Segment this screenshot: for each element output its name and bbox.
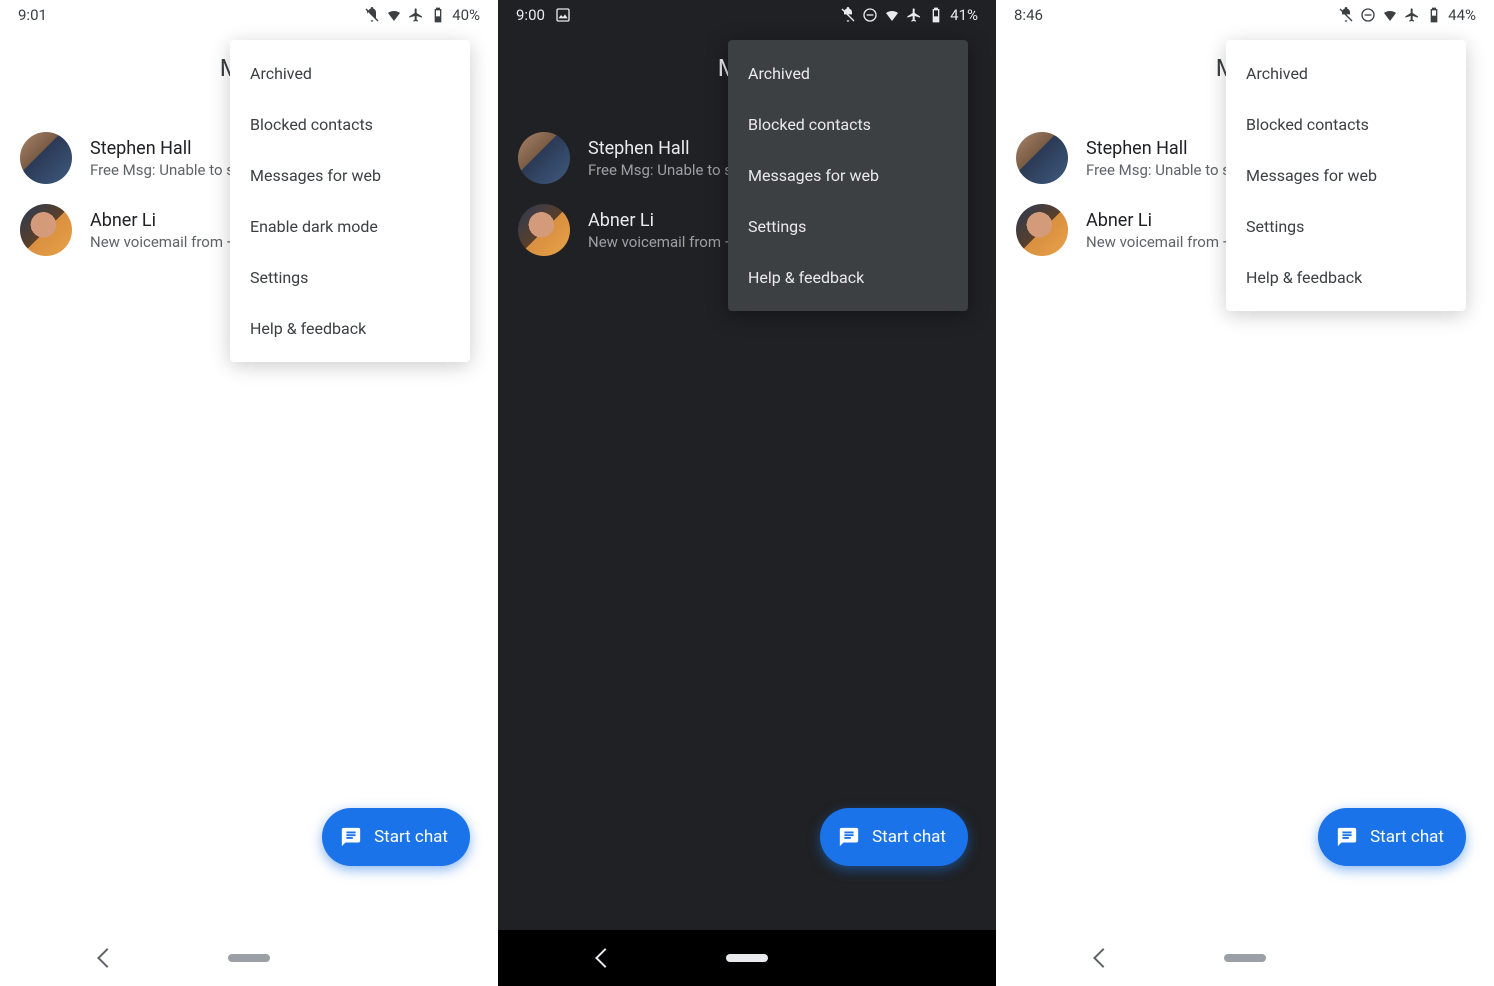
conversation-name: Stephen Hall: [588, 138, 740, 159]
home-pill[interactable]: [1224, 954, 1266, 962]
battery-icon: [1426, 7, 1442, 23]
dnd-icon: [862, 7, 878, 23]
menu-help-feedback[interactable]: Help & feedback: [728, 252, 968, 303]
conversation-text: Stephen Hall Free Msg: Unable to se: [1086, 138, 1238, 179]
screen-3: 8:46 44% Mess Stephen Hall Free Msg: Una…: [996, 0, 1494, 986]
conversation-text: Abner Li New voicemail from +1: [90, 210, 244, 251]
airplane-icon: [1404, 7, 1420, 23]
screen-1: 9:01 40% Mess Stephen Hall Free Msg: Una…: [0, 0, 498, 986]
menu-help-feedback[interactable]: Help & feedback: [230, 303, 470, 354]
nav-bar: [996, 930, 1494, 986]
airplane-icon: [408, 7, 424, 23]
start-chat-button[interactable]: Start chat: [322, 808, 470, 866]
image-icon: [555, 7, 571, 23]
status-time: 9:00: [516, 6, 545, 24]
nav-bar: [498, 930, 996, 986]
back-button[interactable]: [1093, 948, 1113, 968]
chat-icon: [838, 826, 860, 848]
start-chat-button[interactable]: Start chat: [820, 808, 968, 866]
menu-settings[interactable]: Settings: [728, 201, 968, 252]
bell-off-icon: [1338, 7, 1354, 23]
menu-enable-dark[interactable]: Enable dark mode: [230, 201, 470, 252]
status-battery: 44%: [1448, 6, 1476, 24]
menu-archived[interactable]: Archived: [728, 48, 968, 99]
avatar[interactable]: [518, 132, 570, 184]
wifi-icon: [1382, 7, 1398, 23]
conversation-name: Abner Li: [90, 210, 244, 231]
home-pill[interactable]: [726, 954, 768, 962]
airplane-icon: [906, 7, 922, 23]
chat-icon: [340, 826, 362, 848]
menu-help-feedback[interactable]: Help & feedback: [1226, 252, 1466, 303]
conversation-name: Stephen Hall: [1086, 138, 1238, 159]
bell-off-icon: [364, 7, 380, 23]
status-right: 41%: [840, 6, 978, 24]
menu-archived[interactable]: Archived: [1226, 48, 1466, 99]
overflow-menu: Archived Blocked contacts Messages for w…: [728, 40, 968, 311]
chat-icon: [1336, 826, 1358, 848]
fab-label: Start chat: [872, 827, 946, 847]
back-button[interactable]: [595, 948, 615, 968]
avatar[interactable]: [20, 204, 72, 256]
avatar[interactable]: [20, 132, 72, 184]
conversation-text: Stephen Hall Free Msg: Unable to se: [588, 138, 740, 179]
wifi-icon: [884, 7, 900, 23]
conversation-snippet: New voicemail from +1: [1086, 233, 1240, 251]
conversation-name: Abner Li: [1086, 210, 1240, 231]
menu-messages-web[interactable]: Messages for web: [1226, 150, 1466, 201]
conversation-name: Stephen Hall: [90, 138, 242, 159]
home-pill[interactable]: [228, 954, 270, 962]
back-button[interactable]: [97, 948, 117, 968]
conversation-text: Abner Li New voicemail from +1: [1086, 210, 1240, 251]
nav-bar: [0, 930, 498, 986]
overflow-menu: Archived Blocked contacts Messages for w…: [230, 40, 470, 362]
conversation-snippet: Free Msg: Unable to se: [1086, 161, 1238, 179]
wifi-icon: [386, 7, 402, 23]
menu-messages-web[interactable]: Messages for web: [728, 150, 968, 201]
menu-blocked[interactable]: Blocked contacts: [230, 99, 470, 150]
conversation-snippet: Free Msg: Unable to se: [588, 161, 740, 179]
conversation-text: Stephen Hall Free Msg: Unable to se: [90, 138, 242, 179]
fab-label: Start chat: [1370, 827, 1444, 847]
menu-messages-web[interactable]: Messages for web: [230, 150, 470, 201]
avatar[interactable]: [1016, 132, 1068, 184]
status-bar: 9:01 40%: [0, 0, 498, 30]
fab-label: Start chat: [374, 827, 448, 847]
dnd-icon: [1360, 7, 1376, 23]
status-time: 9:01: [18, 6, 47, 24]
status-time: 8:46: [1014, 6, 1043, 24]
conversation-snippet: Free Msg: Unable to se: [90, 161, 242, 179]
menu-settings[interactable]: Settings: [1226, 201, 1466, 252]
menu-blocked[interactable]: Blocked contacts: [1226, 99, 1466, 150]
conversation-text: Abner Li New voicemail from +1: [588, 210, 742, 251]
status-battery: 41%: [950, 6, 978, 24]
avatar[interactable]: [518, 204, 570, 256]
status-bar: 8:46 44%: [996, 0, 1494, 30]
conversation-snippet: New voicemail from +1: [588, 233, 742, 251]
conversation-name: Abner Li: [588, 210, 742, 231]
battery-icon: [928, 7, 944, 23]
status-bar: 9:00 41%: [498, 0, 996, 30]
status-right: 40%: [364, 6, 480, 24]
avatar[interactable]: [1016, 204, 1068, 256]
menu-settings[interactable]: Settings: [230, 252, 470, 303]
status-left: 9:00: [516, 6, 571, 24]
status-battery: 40%: [452, 6, 480, 24]
battery-icon: [430, 7, 446, 23]
screen-2: 9:00 41% Mess Stephen Hall Free Msg: Una…: [498, 0, 996, 986]
menu-blocked[interactable]: Blocked contacts: [728, 99, 968, 150]
status-right: 44%: [1338, 6, 1476, 24]
bell-off-icon: [840, 7, 856, 23]
conversation-snippet: New voicemail from +1: [90, 233, 244, 251]
menu-archived[interactable]: Archived: [230, 48, 470, 99]
start-chat-button[interactable]: Start chat: [1318, 808, 1466, 866]
overflow-menu: Archived Blocked contacts Messages for w…: [1226, 40, 1466, 311]
